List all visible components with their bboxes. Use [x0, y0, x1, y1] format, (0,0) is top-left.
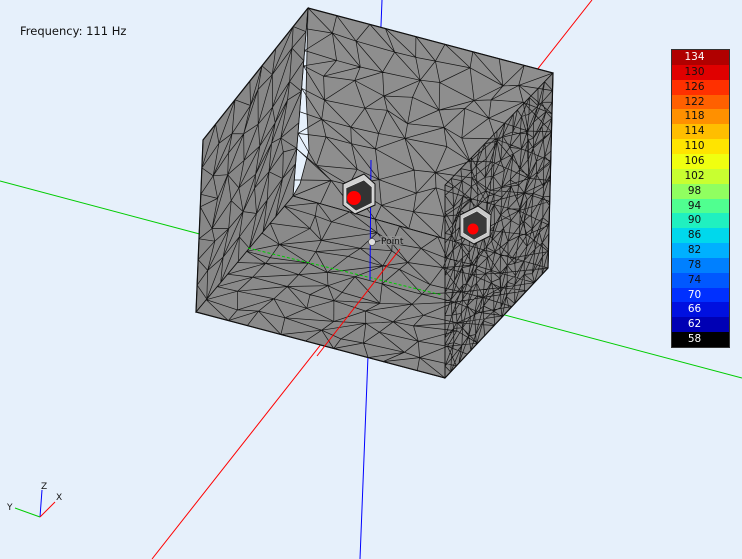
receiver-label: Point	[381, 237, 404, 247]
color-legend-label: 66	[687, 303, 702, 316]
color-legend-label: 118	[684, 110, 705, 123]
triad-z-label: Z	[41, 482, 47, 492]
color-legend-label: 86	[687, 229, 702, 242]
color-legend-label: 70	[687, 288, 702, 301]
color-legend-label: 82	[687, 244, 702, 257]
color-legend-label: 134	[684, 51, 705, 63]
color-legend-label: 58	[687, 333, 702, 346]
color-legend-label: 106	[684, 154, 705, 167]
color-legend-label: 110	[684, 140, 705, 153]
color-legend-label: 114	[684, 125, 705, 138]
color-legend-label: 94	[687, 199, 702, 212]
color-legend-label: 122	[684, 95, 705, 108]
triad-x-label: X	[56, 493, 62, 503]
color-legend-label: 102	[684, 169, 705, 182]
color-legend-label: 74	[687, 273, 702, 286]
color-legend-label: 62	[687, 318, 702, 331]
color-legend: 134 130 126 122 118 114 110 106 102 98 94 90 86 82 78 7…	[671, 49, 730, 348]
color-legend-label: 98	[687, 184, 702, 197]
color-legend-label: 78	[687, 258, 702, 271]
color-legend-label: 130	[684, 65, 705, 78]
axis-triad: Z Y X	[6, 482, 62, 518]
triad-y-label: Y	[6, 503, 13, 513]
frequency-label: Frequency: 111 Hz	[20, 24, 127, 38]
3d-viewport[interactable]: Point Z Y X	[0, 0, 742, 559]
color-legend-label: 126	[684, 80, 705, 93]
color-legend-label: 90	[687, 214, 702, 227]
